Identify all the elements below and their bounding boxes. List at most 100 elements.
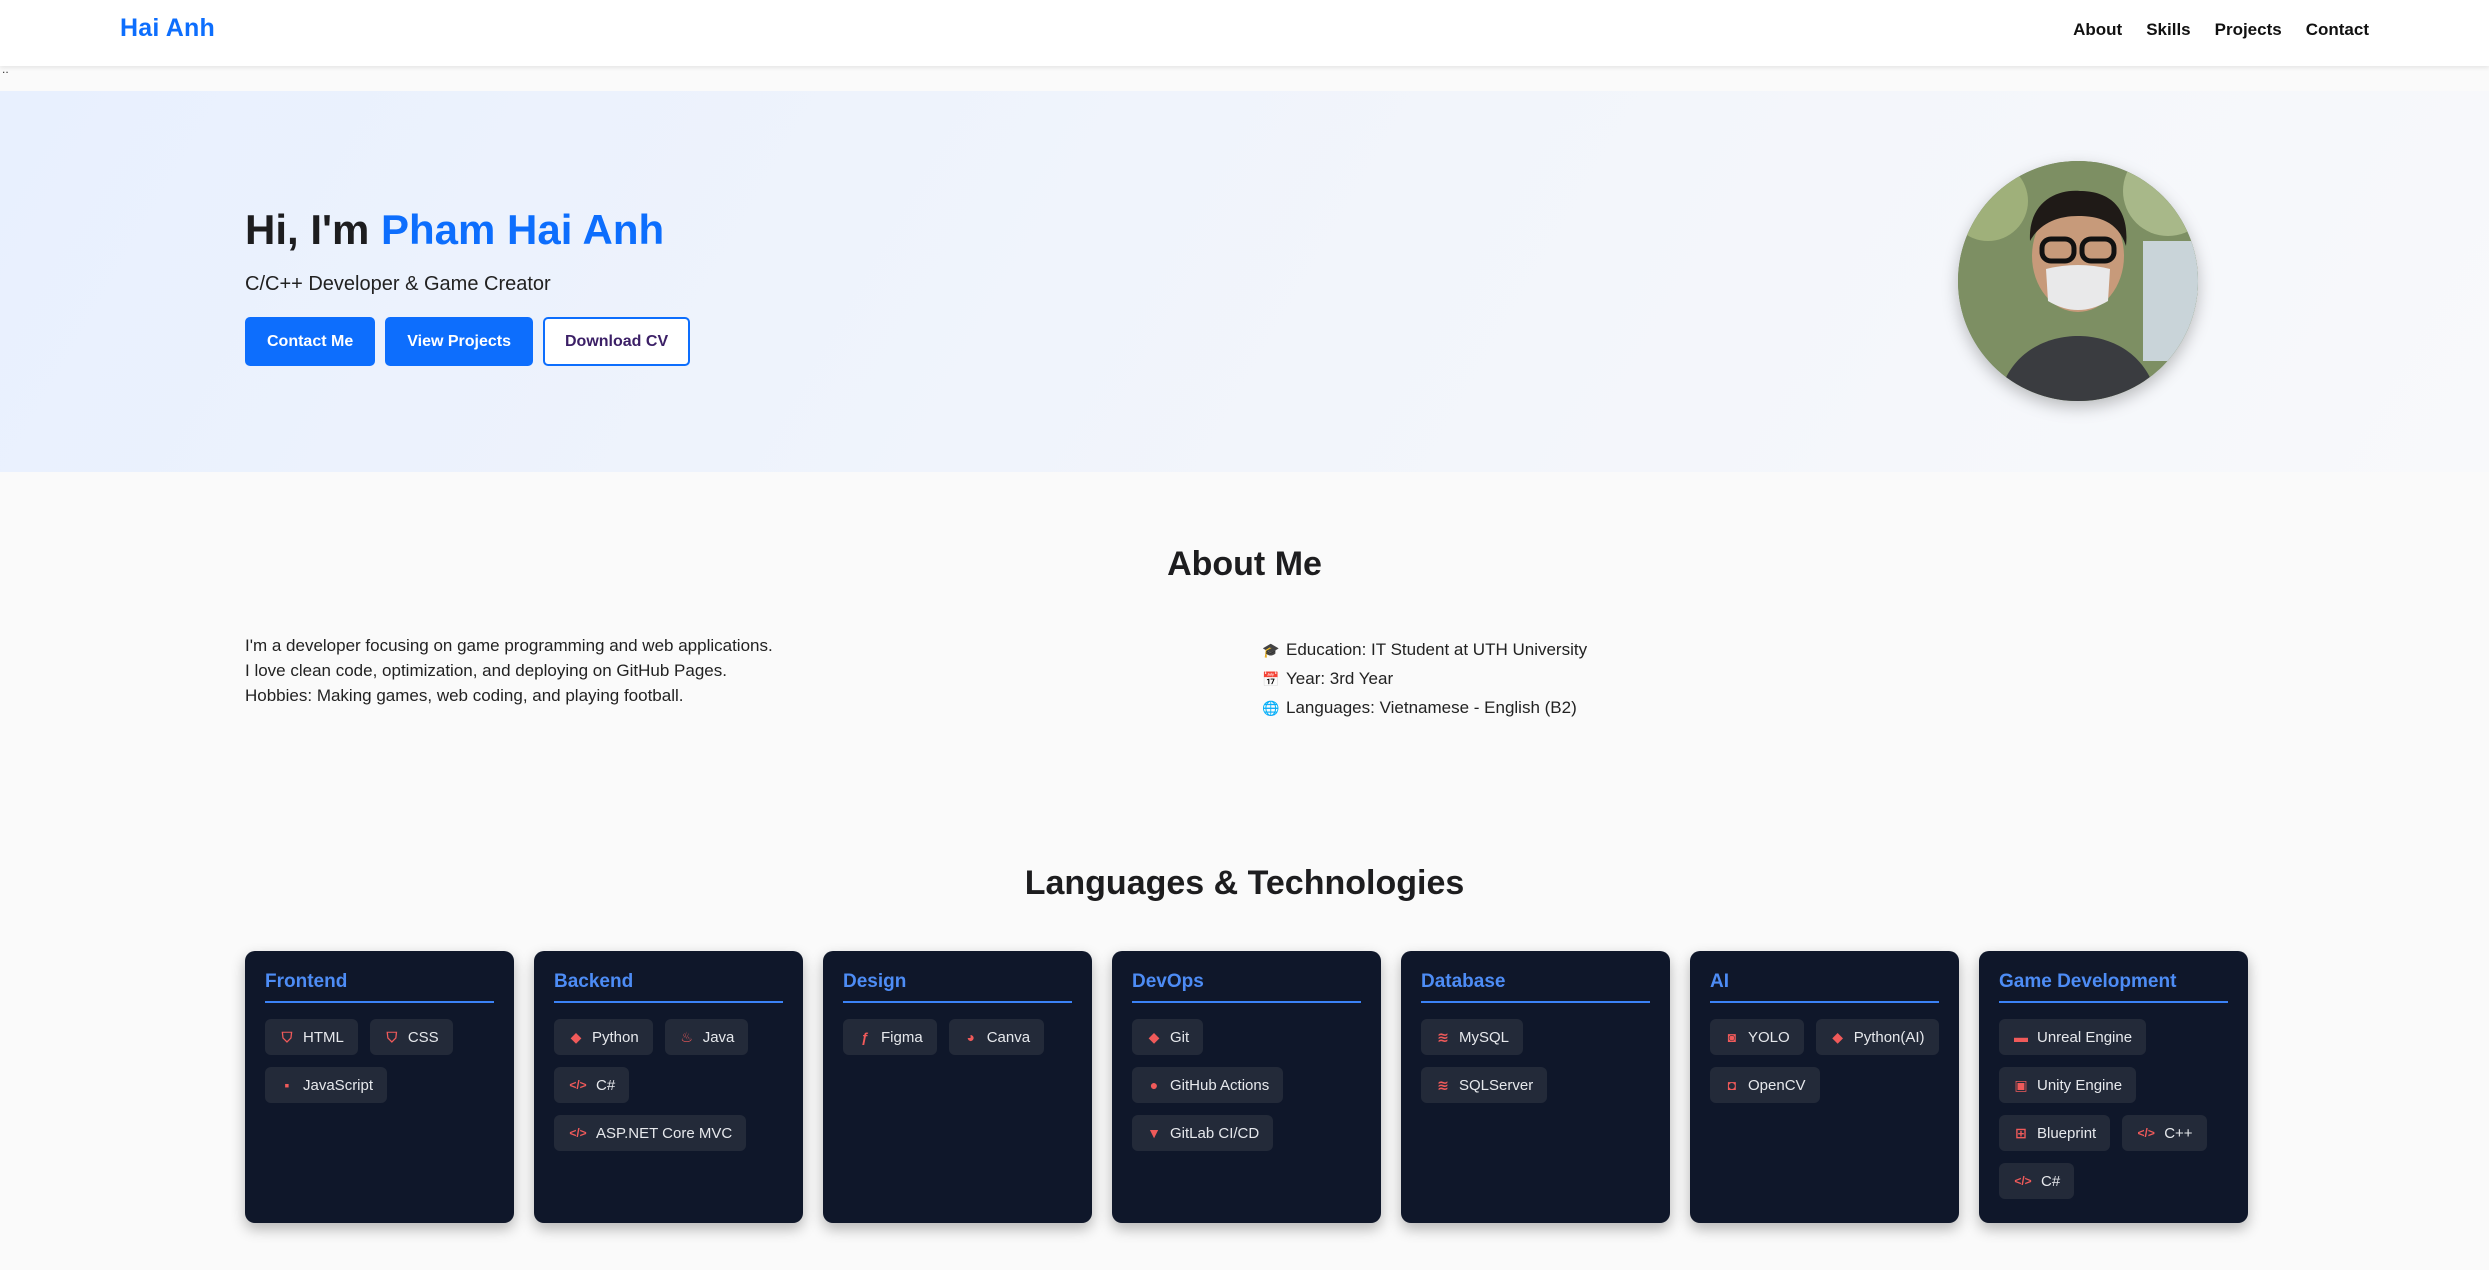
skill-tag-label: YOLO <box>1748 1028 1790 1046</box>
skill-card-design: Design ƒ Figma ◕ Canva <box>823 951 1092 1223</box>
skill-tag: ≋ SQLServer <box>1421 1067 1548 1103</box>
python-icon: ◆ <box>1832 1028 1844 1045</box>
about-line: I'm a developer focusing on game program… <box>245 636 773 655</box>
cube-icon: ▣ <box>2014 1076 2028 1093</box>
graduation-cap-icon: 🎓 <box>1262 641 1280 658</box>
robot-icon: ◙ <box>1727 1029 1737 1045</box>
download-cv-button[interactable]: Download CV <box>543 317 691 366</box>
skill-tag-label: C# <box>2041 1172 2061 1190</box>
nav-links: About Skills Projects Contact <box>2049 20 2369 40</box>
skill-tag: ▪ JavaScript <box>265 1067 388 1103</box>
skill-tag: ⛉ HTML <box>265 1019 358 1055</box>
skill-tag: ƒ Figma <box>843 1019 937 1055</box>
skill-tags: ◆ Git ● GitHub Actions ▼ GitLab CI/CD <box>1132 1019 1361 1151</box>
nav-link-contact[interactable]: Contact <box>2306 20 2369 40</box>
profile-avatar <box>1958 161 2198 401</box>
navbar: Hai Anh About Skills Projects Contact <box>0 0 2489 66</box>
brand-logo[interactable]: Hai Anh <box>120 14 215 43</box>
code-icon: </> <box>2137 1126 2155 1140</box>
figma-icon: ƒ <box>861 1029 869 1045</box>
skill-tags: ⛉ HTML ⛉ CSS ▪ JavaScript <box>265 1019 494 1103</box>
hero-subtitle: C/C++ Developer & Game Creator <box>245 273 551 295</box>
skill-tag: ♨ Java <box>664 1019 749 1055</box>
css3-icon: ⛉ <box>386 1028 398 1045</box>
palette-icon: ◕ <box>966 1029 975 1045</box>
database-icon: ≋ <box>1437 1076 1449 1093</box>
skill-tag-label: SQLServer <box>1459 1076 1534 1094</box>
about-line: I love clean code, optimization, and dep… <box>245 661 727 680</box>
about-fact-education: 🎓 Education: IT Student at UTH Universit… <box>1262 640 1588 659</box>
skill-tag: ● GitHub Actions <box>1132 1067 1284 1103</box>
skill-tag-label: Blueprint <box>2037 1124 2097 1142</box>
skill-tags: ≋ MySQL ≋ SQLServer <box>1421 1019 1650 1103</box>
view-projects-button[interactable]: View Projects <box>385 317 533 366</box>
skill-card-title: Frontend <box>265 971 494 1003</box>
skill-tag-label: Figma <box>881 1028 923 1046</box>
skill-tag: </> C# <box>554 1067 630 1103</box>
skills-title: Languages & Technologies <box>1024 864 1465 902</box>
skill-tag-label: JavaScript <box>303 1076 374 1094</box>
hero-name: Pham Hai Anh <box>381 206 665 253</box>
code-icon: </> <box>569 1126 587 1140</box>
about-facts: 🎓 Education: IT Student at UTH Universit… <box>1262 635 1587 722</box>
skill-tag-label: MySQL <box>1459 1028 1510 1046</box>
about-title: About Me <box>1167 545 1322 583</box>
skill-card-ai: AI ◙ YOLO ◆ Python(AI) ◘ OpenCV <box>1690 951 1959 1223</box>
gamepad-icon: ▬ <box>2014 1029 2028 1045</box>
skill-card-title: Database <box>1421 971 1650 1003</box>
skill-tags: ▬ Unreal Engine ▣ Unity Engine ⊞ Blueprint </>… <box>1999 1019 2228 1199</box>
skill-card-devops: DevOps ◆ Git ● GitHub Actions ▼ GitLab CI/CD <box>1112 951 1381 1223</box>
skill-tag-label: GitHub Actions <box>1170 1076 1270 1094</box>
skill-tag-label: Unreal Engine <box>2037 1028 2133 1046</box>
python-icon: ◆ <box>570 1028 582 1045</box>
skill-tag: ⊞ Blueprint <box>1999 1115 2111 1151</box>
skill-tag: ◙ YOLO <box>1710 1019 1804 1055</box>
skill-card-database: Database ≋ MySQL ≋ SQLServer <box>1401 951 1670 1223</box>
about-fact-languages: 🌐 Languages: Vietnamese - English (B2) <box>1262 698 1577 717</box>
skill-tag: </> ASP.NET Core MVC <box>554 1115 747 1151</box>
skill-tag: ◕ Canva <box>948 1019 1045 1055</box>
code-icon: </> <box>569 1078 587 1092</box>
skill-tags: ◙ YOLO ◆ Python(AI) ◘ OpenCV <box>1710 1019 1939 1103</box>
skill-tag-label: HTML <box>303 1028 344 1046</box>
skill-card-backend: Backend ◆ Python ♨ Java </> C# </> ASP.NET Core … <box>534 951 803 1223</box>
skill-tag: ◆ Git <box>1132 1019 1204 1055</box>
code-icon: </> <box>2014 1174 2032 1188</box>
skill-tag-label: Unity Engine <box>2037 1076 2123 1094</box>
skill-card-title: AI <box>1710 971 1939 1003</box>
skill-card-title: Backend <box>554 971 783 1003</box>
skill-card-frontend: Frontend ⛉ HTML ⛉ CSS ▪ JavaScript <box>245 951 514 1223</box>
nav-link-projects[interactable]: Projects <box>2215 20 2282 40</box>
skill-tag: ▣ Unity Engine <box>1999 1067 2137 1103</box>
skill-tag-label: C++ <box>2164 1124 2193 1142</box>
nav-link-about[interactable]: About <box>2073 20 2122 40</box>
html5-icon: ⛉ <box>281 1028 293 1045</box>
skill-tag-label: C# <box>596 1076 616 1094</box>
globe-icon: 🌐 <box>1262 699 1280 716</box>
skill-card-title: Game Development <box>1999 971 2228 1003</box>
sitemap-icon: ⊞ <box>2015 1124 2027 1141</box>
skill-tag-label: ASP.NET Core MVC <box>596 1124 733 1142</box>
skill-tag: </> C# <box>1999 1163 2075 1199</box>
javascript-icon: ▪ <box>284 1077 290 1093</box>
calendar-icon: 📅 <box>1262 670 1280 687</box>
skill-tag: </> C++ <box>2122 1115 2207 1151</box>
database-icon: ≋ <box>1437 1028 1449 1045</box>
about-description: I'm a developer focusing on game program… <box>245 633 773 708</box>
skill-tag: ▬ Unreal Engine <box>1999 1019 2147 1055</box>
skill-tag-label: Java <box>702 1028 735 1046</box>
git-icon: ◆ <box>1148 1028 1160 1045</box>
java-icon: ♨ <box>680 1028 693 1045</box>
skill-tag-label: CSS <box>407 1028 439 1046</box>
skill-tag-label: GitLab CI/CD <box>1170 1124 1260 1142</box>
skill-card-title: DevOps <box>1132 971 1361 1003</box>
nav-link-skills[interactable]: Skills <box>2146 20 2190 40</box>
camera-icon: ◘ <box>1727 1077 1737 1093</box>
github-icon: ● <box>1149 1077 1159 1093</box>
contact-me-button[interactable]: Contact Me <box>245 317 376 366</box>
skill-tags: ƒ Figma ◕ Canva <box>843 1019 1072 1055</box>
skill-tag: ⛉ CSS <box>369 1019 453 1055</box>
skill-card-title: Design <box>843 971 1072 1003</box>
skill-tag: ◆ Python(AI) <box>1815 1019 1939 1055</box>
skills-cards: Frontend ⛉ HTML ⛉ CSS ▪ JavaScript Backend ◆ Pyth… <box>245 951 2248 1223</box>
